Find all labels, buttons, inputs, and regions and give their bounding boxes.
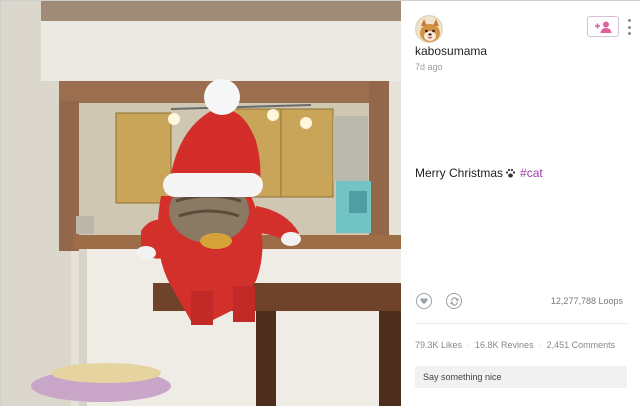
comments-count[interactable]: 2,451 Comments bbox=[547, 340, 616, 350]
user-avatar[interactable] bbox=[415, 15, 443, 43]
video-player[interactable] bbox=[1, 1, 401, 406]
comment-input[interactable] bbox=[415, 366, 627, 388]
post-timestamp: 7d ago bbox=[415, 62, 443, 72]
vertical-dots-icon bbox=[627, 25, 631, 29]
likes-count[interactable]: 79.3K Likes bbox=[415, 340, 462, 350]
like-button[interactable] bbox=[416, 293, 432, 309]
vertical-dots-icon bbox=[627, 19, 631, 22]
post-details-panel: kabosumama 7d ago Merry Christmas #cat 1… bbox=[401, 1, 640, 406]
vine-post-card: kabosumama 7d ago Merry Christmas #cat 1… bbox=[0, 0, 640, 406]
video-frame-image bbox=[1, 1, 401, 406]
heart-icon bbox=[420, 298, 428, 305]
more-options-button[interactable] bbox=[625, 17, 633, 37]
hashtag-link[interactable]: #cat bbox=[520, 166, 543, 180]
username[interactable]: kabosumama bbox=[415, 44, 487, 58]
vertical-dots-icon bbox=[627, 32, 631, 35]
separator: · bbox=[538, 340, 542, 350]
caption-text: Merry Christmas bbox=[415, 166, 504, 180]
shiba-dog-avatar-icon bbox=[416, 16, 442, 42]
add-user-icon bbox=[595, 21, 612, 33]
post-stats: 79.3K Likes · 16.8K Revines · 2,451 Comm… bbox=[415, 340, 615, 350]
follow-button[interactable] bbox=[587, 16, 619, 37]
divider bbox=[415, 323, 627, 324]
revine-button[interactable] bbox=[446, 293, 462, 309]
revine-icon bbox=[449, 296, 459, 306]
paw-icon bbox=[505, 168, 516, 177]
separator: · bbox=[467, 340, 471, 350]
loop-count: 12,277,788 Loops bbox=[550, 296, 623, 306]
revines-count[interactable]: 16.8K Revines bbox=[475, 340, 534, 350]
post-caption: Merry Christmas #cat bbox=[415, 166, 543, 180]
